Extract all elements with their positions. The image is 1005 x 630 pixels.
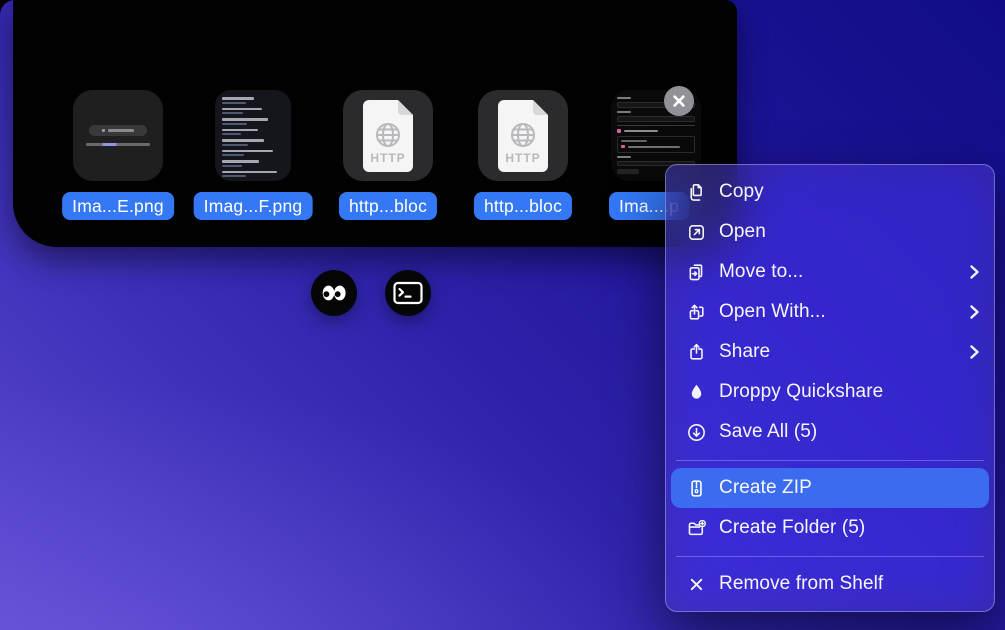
peek-eyes-button[interactable] (311, 270, 357, 316)
file-thumbnail-2[interactable] (215, 90, 291, 181)
move-to-icon (683, 262, 709, 283)
shelf-panel: Ima...E.png Imag...F.png (13, 0, 737, 247)
file-thumbnail-3[interactable]: HTTP (343, 90, 433, 181)
menu-item-move-to[interactable]: Move to... (671, 252, 989, 292)
menu-item-share[interactable]: Share (671, 332, 989, 372)
svg-text:HTTP: HTTP (505, 151, 540, 165)
chevron-right-icon (969, 264, 980, 280)
file-label-2[interactable]: Imag...F.png (194, 192, 313, 220)
file-thumbnail-4[interactable]: HTTP (478, 90, 568, 181)
open-with-icon (683, 302, 709, 323)
file-thumbnail-1[interactable] (73, 90, 163, 181)
screenshot-preview (215, 90, 291, 181)
eyes-icon (317, 278, 351, 308)
menu-item-label: Copy (719, 181, 764, 203)
svg-text:HTTP: HTTP (370, 151, 405, 165)
terminal-button[interactable] (385, 270, 431, 316)
share-icon (683, 342, 709, 363)
menu-item-open[interactable]: Open (671, 212, 989, 252)
menu-item-create-zip[interactable]: Create ZIP (671, 468, 989, 508)
new-folder-icon (683, 518, 709, 539)
download-circle-icon (683, 422, 709, 443)
menu-item-label: Droppy Quickshare (719, 381, 883, 403)
remove-x-icon (683, 574, 709, 595)
close-shelf-button[interactable] (664, 86, 694, 116)
chevron-right-icon (969, 304, 980, 320)
context-menu: Copy Open Move to... (665, 164, 995, 612)
menu-item-label: Remove from Shelf (719, 573, 883, 595)
file-label-3[interactable]: http...bloc (339, 192, 437, 220)
file-label-1[interactable]: Ima...E.png (62, 192, 174, 220)
menu-item-droppy-quickshare[interactable]: Droppy Quickshare (671, 372, 989, 412)
http-document-icon: HTTP (478, 90, 568, 181)
close-icon (672, 94, 686, 108)
menu-item-label: Open With... (719, 301, 826, 323)
chevron-right-icon (969, 344, 980, 360)
menu-item-label: Share (719, 341, 770, 363)
menu-item-open-with[interactable]: Open With... (671, 292, 989, 332)
menu-item-label: Move to... (719, 261, 803, 283)
open-icon (683, 222, 709, 243)
zip-file-icon (683, 478, 709, 499)
menu-item-label: Save All (5) (719, 421, 817, 443)
http-document-icon: HTTP (343, 90, 433, 181)
droplet-icon (683, 382, 709, 403)
menu-item-label: Open (719, 221, 766, 243)
file-label-4[interactable]: http...bloc (474, 192, 572, 220)
menu-item-label: Create Folder (5) (719, 517, 865, 539)
menu-item-remove-from-shelf[interactable]: Remove from Shelf (671, 564, 989, 604)
menu-item-save-all[interactable]: Save All (5) (671, 412, 989, 452)
menu-item-copy[interactable]: Copy (671, 172, 989, 212)
copy-icon (683, 182, 709, 203)
menu-item-label: Create ZIP (719, 477, 812, 499)
terminal-icon (393, 281, 423, 305)
screenshot-preview (73, 90, 163, 181)
menu-separator (676, 460, 984, 461)
menu-item-create-folder[interactable]: Create Folder (5) (671, 508, 989, 548)
menu-separator (676, 556, 984, 557)
